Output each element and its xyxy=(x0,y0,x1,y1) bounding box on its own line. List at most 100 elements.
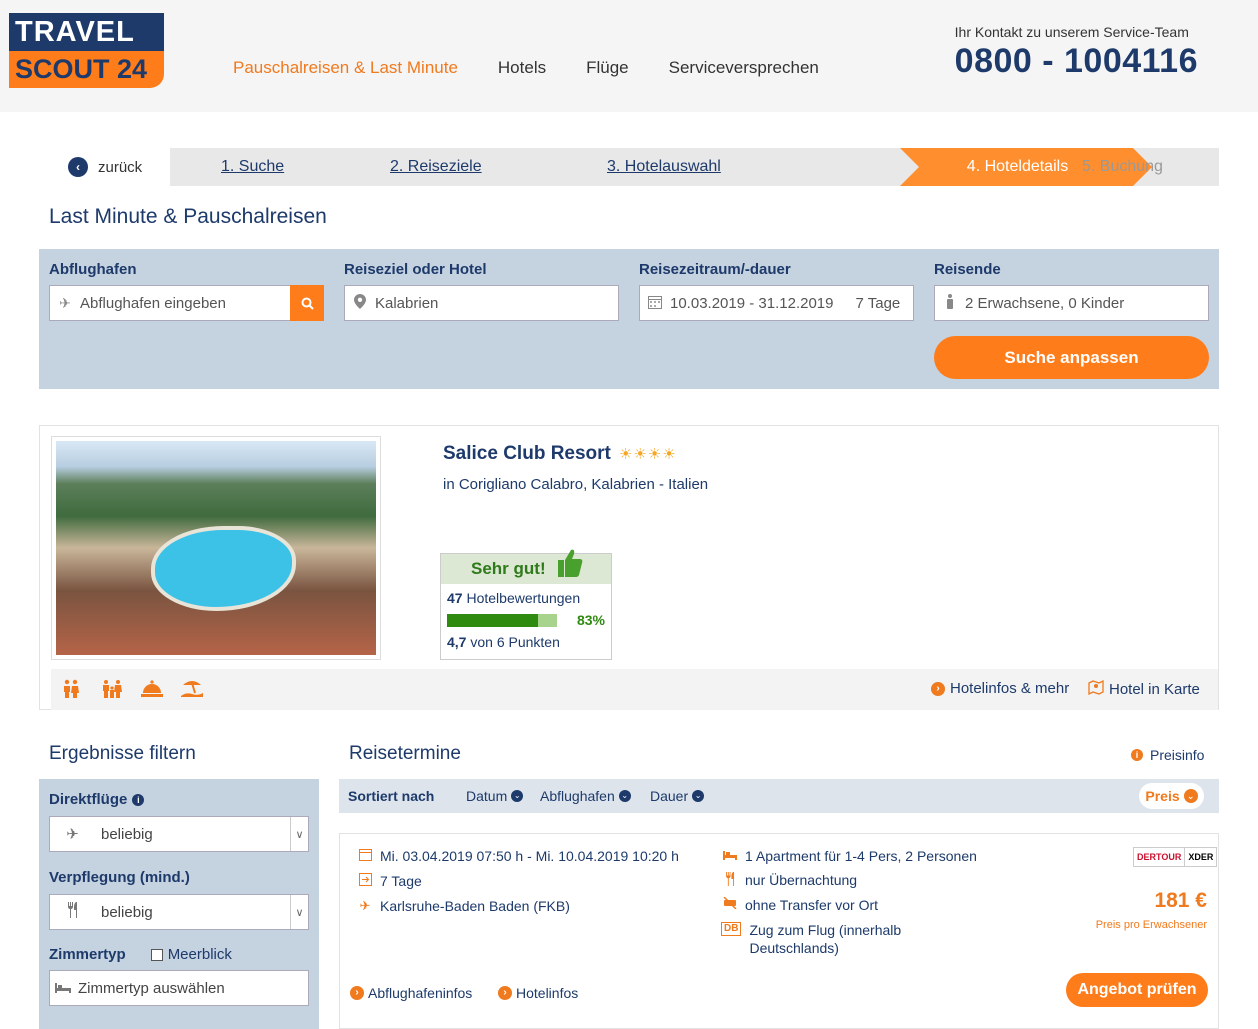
score-value: 4,7 xyxy=(447,634,467,650)
adjust-search-button[interactable]: Suche anpassen xyxy=(934,336,1209,379)
room-type-label: Zimmertyp xyxy=(49,946,126,963)
period-label: Reisezeitraum/-dauer xyxy=(639,261,791,278)
back-link[interactable]: ‹ zurück xyxy=(60,148,170,186)
duration-value: 7 Tage xyxy=(855,294,901,312)
hotel-info-link-label: Hotelinfos & mehr xyxy=(950,680,1070,697)
direct-flights-label-text: Direktflüge xyxy=(49,791,128,808)
calendar-icon xyxy=(648,295,662,312)
search-icon[interactable] xyxy=(290,285,324,321)
period-value: 10.03.2019 - 31.12.2019 xyxy=(670,294,834,312)
offer-price: 181 € xyxy=(1154,889,1207,912)
offer-room: 1 Apartment für 1-4 Pers, 2 Personen xyxy=(723,848,977,864)
airport-field: Abflughafen ✈ Abflughafen eingeben xyxy=(49,261,324,321)
step-bar: 1. Suche 2. Reiseziele 3. Hotelauswahl 4… xyxy=(170,148,1219,186)
destination-value: Kalabrien xyxy=(375,294,439,312)
hotel-name[interactable]: Salice Club Resort ☀☀☀☀ xyxy=(443,443,677,465)
chevron-down-icon: ⌄ xyxy=(618,790,631,802)
info-icon[interactable]: i xyxy=(132,793,145,806)
room-type-placeholder: Zimmertyp auswählen xyxy=(78,979,225,997)
airport-info-link[interactable]: › Abflughafeninfos xyxy=(350,985,472,1001)
chevron-right-icon: › xyxy=(498,986,512,1000)
price-info-link[interactable]: i Preisinfo xyxy=(1131,747,1204,763)
direct-flights-select[interactable]: ✈ beliebig ∨ xyxy=(49,816,309,852)
no-transfer-icon xyxy=(723,896,737,912)
reviews-label: Hotelbewertungen xyxy=(466,590,581,606)
sort-date-label: Datum xyxy=(466,788,508,804)
nav-serviceversprechen[interactable]: Serviceversprechen xyxy=(669,58,819,82)
filter-panel: Direktflüge i ✈ beliebig ∨ Verpflegung (… xyxy=(39,779,319,1029)
travelscout-logo[interactable]: TRAVEL SCOUT 24 xyxy=(9,13,164,88)
duration-icon xyxy=(358,873,372,889)
airport-label: Abflughafen xyxy=(49,261,137,278)
travelers-value: 2 Erwachsene, 0 Kinder xyxy=(965,294,1125,312)
site-header: TRAVEL SCOUT 24 Pauschalreisen & Last Mi… xyxy=(0,0,1258,112)
sort-price[interactable]: Preis ⌄ xyxy=(1139,783,1204,809)
offer-board-text: nur Übernachtung xyxy=(745,872,858,888)
star-rating-icon: ☀☀☀☀ xyxy=(618,446,677,463)
board-label: Verpflegung (mind.) xyxy=(49,869,190,886)
direct-flights-value: beliebig xyxy=(101,825,153,843)
rating-label: Sehr gut! xyxy=(471,559,546,578)
destination-input[interactable]: Kalabrien xyxy=(344,285,619,321)
rating-body: 47 Hotelbewertungen 83% 4,7 von 6 Punkte… xyxy=(441,584,611,650)
chevron-right-icon: › xyxy=(931,681,945,696)
check-offer-button[interactable]: Angebot prüfen xyxy=(1066,973,1208,1007)
bed-icon xyxy=(723,848,737,863)
person-icon xyxy=(943,294,957,312)
rating-box[interactable]: Sehr gut! 47 Hotelbewertungen 83% 4,7 vo… xyxy=(440,549,612,660)
offer-hotel-info-label: Hotelinfos xyxy=(516,985,579,1001)
offer-rail: DB Zug zum Flug (innerhalb Deutschlands) xyxy=(721,922,901,956)
db-rail-icon: DB xyxy=(721,922,742,936)
chevron-down-icon: ∨ xyxy=(290,895,308,929)
step-hotelauswahl[interactable]: 3. Hotelauswahl xyxy=(607,148,721,186)
offer-price-note: Preis pro Erwachsener xyxy=(1095,919,1207,931)
sort-duration[interactable]: Dauer ⌄ xyxy=(650,788,705,804)
calendar-icon xyxy=(358,848,372,864)
offer-rail-line1: Zug zum Flug (innerhalb xyxy=(749,922,902,938)
family-icon xyxy=(101,679,123,704)
hotel-map-link[interactable]: Hotel in Karte xyxy=(1088,679,1200,699)
board-select[interactable]: beliebig ∨ xyxy=(49,894,309,930)
airport-info-label: Abflughafeninfos xyxy=(368,985,473,1001)
chevron-left-icon: ‹ xyxy=(68,157,88,177)
hotel-name-text: Salice Club Resort xyxy=(443,443,611,464)
contact-box: Ihr Kontakt zu unserem Service-Team 0800… xyxy=(955,24,1198,81)
map-icon xyxy=(1088,679,1104,699)
step-suche[interactable]: 1. Suche xyxy=(221,148,284,186)
period-input[interactable]: 10.03.2019 - 31.12.2019 7 Tage xyxy=(639,285,914,321)
seaview-label: Meerblick xyxy=(167,946,232,963)
contact-label: Ihr Kontakt zu unserem Service-Team xyxy=(954,24,1189,40)
seaview-checkbox[interactable] xyxy=(150,948,163,961)
rating-header: Sehr gut! xyxy=(441,549,611,584)
sort-date[interactable]: Datum ⌄ xyxy=(466,788,524,804)
tour-operator-logo: DERTOUR XDER xyxy=(1133,847,1218,867)
hotel-image[interactable] xyxy=(51,436,381,660)
nav-pauschalreisen[interactable]: Pauschalreisen & Last Minute xyxy=(233,58,458,82)
sort-bar: Sortiert nach Datum ⌄ Abflughafen ⌄ Daue… xyxy=(339,779,1219,813)
offer-airport-text: Karlsruhe-Baden Baden (FKB) xyxy=(380,898,570,914)
offer-transfer-text: ohne Transfer vor Ort xyxy=(745,897,879,913)
nav-hotels[interactable]: Hotels xyxy=(498,58,546,82)
board-value: beliebig xyxy=(101,903,153,921)
travelers-input[interactable]: 2 Erwachsene, 0 Kinder xyxy=(934,285,1209,321)
direct-flights-label: Direktflüge i xyxy=(49,791,145,808)
step-reiseziele[interactable]: 2. Reiseziele xyxy=(390,148,482,186)
hotel-info-link[interactable]: › Hotelinfos & mehr xyxy=(931,680,1069,697)
score-label: von 6 Punkten xyxy=(470,634,560,650)
sort-label: Sortiert nach xyxy=(348,788,435,804)
offer-duration-text: 7 Tage xyxy=(380,873,422,889)
offer-dates-text: Mi. 03.04.2019 07:50 h - Mi. 10.04.2019 … xyxy=(380,848,679,864)
cutlery-icon xyxy=(50,902,95,922)
reviews-row: 47 Hotelbewertungen xyxy=(447,590,605,606)
operator-xder: XDER xyxy=(1188,852,1214,862)
couple-icon xyxy=(61,679,81,704)
nav-fluege[interactable]: Flüge xyxy=(586,58,629,82)
hotel-location: in Corigliano Calabro, Kalabrien - Itali… xyxy=(443,476,709,493)
room-type-input[interactable]: Zimmertyp auswählen xyxy=(49,970,309,1006)
offer-hotel-info-link[interactable]: › Hotelinfos xyxy=(498,985,578,1001)
travelers-label: Reisende xyxy=(934,261,1001,278)
step-buchung: 5. Buchung xyxy=(1082,158,1163,175)
sort-airport[interactable]: Abflughafen ⌄ xyxy=(540,788,631,804)
airport-input[interactable]: ✈ Abflughafen eingeben xyxy=(49,285,324,321)
contact-phone[interactable]: 0800 - 1004116 xyxy=(955,42,1198,81)
